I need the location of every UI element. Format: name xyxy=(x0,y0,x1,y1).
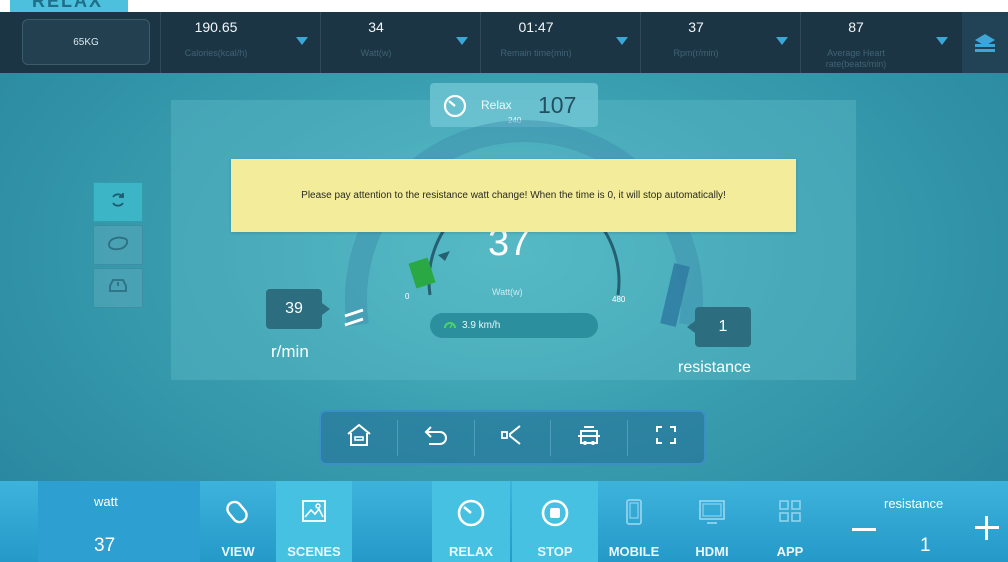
bottom-bar: watt 37 VIEW SCENES RELAX STOP MOBILE HD… xyxy=(0,481,1008,562)
fullscreen-icon xyxy=(653,423,679,452)
dropdown-arrow-icon[interactable] xyxy=(776,37,788,45)
plus-icon[interactable] xyxy=(975,516,999,540)
relax-label: RELAX xyxy=(448,544,494,559)
mobile-label: MOBILE xyxy=(608,544,660,559)
resistance-bottom-value: 1 xyxy=(920,535,931,556)
stat-heart-rate[interactable]: 87 Average Heart rate(beats/min) xyxy=(800,12,960,73)
gauge-tick-min: 0 xyxy=(405,292,410,301)
weight-display[interactable]: 65KG xyxy=(22,19,150,65)
stat-remain-time[interactable]: 01:47 Remain time(min) xyxy=(480,12,640,73)
watt-readout: watt 37 xyxy=(38,481,200,562)
phone-icon xyxy=(624,498,644,531)
dropdown-arrow-icon[interactable] xyxy=(296,37,308,45)
rpm-value: 39 xyxy=(266,289,330,329)
app-logo: RELAX xyxy=(10,0,128,12)
resistance-control: resistance 1 xyxy=(850,481,1008,562)
stat-value: 87 xyxy=(848,19,864,35)
volume-button[interactable] xyxy=(475,419,552,456)
minus-icon[interactable] xyxy=(852,528,876,531)
car-mode-button[interactable] xyxy=(93,268,143,308)
grid-icon xyxy=(777,498,803,529)
scenes-button[interactable]: SCENES xyxy=(276,481,352,562)
stat-label: Rpm(r/min) xyxy=(673,48,719,58)
speed-display: 3.9 km/h xyxy=(430,313,598,338)
picture-icon xyxy=(300,498,328,529)
speed-value: 3.9 km/h xyxy=(462,320,501,331)
resistance-title: resistance xyxy=(884,496,944,511)
control-bar xyxy=(319,410,706,465)
home-icon xyxy=(346,423,372,452)
app-logo-text: RELAX xyxy=(32,0,104,11)
stop-label: STOP xyxy=(537,544,573,559)
link-icon xyxy=(223,498,253,531)
dropdown-arrow-icon[interactable] xyxy=(456,37,468,45)
stat-value: 34 xyxy=(368,19,384,35)
bike-mode-button[interactable] xyxy=(93,225,143,265)
gauge-right-band xyxy=(660,263,690,327)
dropdown-arrow-icon[interactable] xyxy=(936,37,948,45)
app-button[interactable]: APP xyxy=(754,481,826,562)
header-strip: RELAX xyxy=(0,0,1008,12)
stat-value: 37 xyxy=(688,19,704,35)
bus-button[interactable] xyxy=(551,419,629,456)
dropdown-arrow-icon[interactable] xyxy=(616,37,628,45)
app-label: APP xyxy=(776,544,804,559)
stat-label: Average Heart rate(beats/min) xyxy=(825,48,887,69)
home-button[interactable] xyxy=(321,419,398,456)
hdmi-label: HDMI xyxy=(695,544,729,559)
side-mode-menu xyxy=(93,182,143,311)
scenes-label: SCENES xyxy=(287,544,341,559)
view-button[interactable]: VIEW xyxy=(200,481,276,562)
back-icon xyxy=(423,423,449,452)
stat-watt[interactable]: 34 Watt(w) xyxy=(320,12,480,73)
stop-icon xyxy=(540,498,570,533)
watt-bottom-value: 37 xyxy=(94,535,116,556)
volume-icon xyxy=(499,423,525,452)
stat-calories[interactable]: 190.65 Calories(kcal/h) xyxy=(160,12,320,73)
stat-value: 01:47 xyxy=(518,19,554,35)
watt-unit: Watt(w) xyxy=(492,287,523,297)
fullscreen-button[interactable] xyxy=(628,420,704,456)
stat-label: Calories(kcal/h) xyxy=(184,48,248,58)
gauge-pointer xyxy=(438,251,450,261)
resistance-unit: resistance xyxy=(678,359,751,376)
toast-message: Please pay attention to the resistance w… xyxy=(301,190,726,201)
mode-name: Relax xyxy=(481,98,512,112)
bus-icon xyxy=(576,423,602,452)
stop-button[interactable]: STOP xyxy=(512,481,598,562)
equals-icon xyxy=(343,308,367,333)
stat-label: Watt(w) xyxy=(360,48,392,58)
hdmi-button[interactable]: HDMI xyxy=(670,481,754,562)
stat-value: 190.65 xyxy=(194,19,238,35)
resistance-value: 1 xyxy=(687,307,751,347)
bike-icon xyxy=(106,233,130,258)
gauge-tick-max: 480 xyxy=(612,295,626,304)
speedometer-icon xyxy=(456,498,486,533)
watt-title: watt xyxy=(94,494,118,509)
loop-mode-button[interactable] xyxy=(93,182,143,222)
view-label: VIEW xyxy=(221,544,255,559)
notification-toast: Please pay attention to the resistance w… xyxy=(231,159,796,232)
stat-label: Remain time(min) xyxy=(500,48,572,58)
stat-rpm[interactable]: 37 Rpm(r/min) xyxy=(640,12,800,73)
speed-icon xyxy=(444,319,456,332)
stack-icon[interactable] xyxy=(962,12,1008,73)
mobile-button[interactable]: MOBILE xyxy=(598,481,670,562)
stats-bar: 65KG 190.65 Calories(kcal/h) 34 Watt(w) … xyxy=(0,12,1008,73)
back-button[interactable] xyxy=(398,419,475,456)
car-icon xyxy=(106,276,130,301)
monitor-icon xyxy=(697,498,727,531)
rpm-unit: r/min xyxy=(271,342,309,361)
relax-button[interactable]: RELAX xyxy=(432,481,510,562)
loop-icon xyxy=(109,191,127,214)
